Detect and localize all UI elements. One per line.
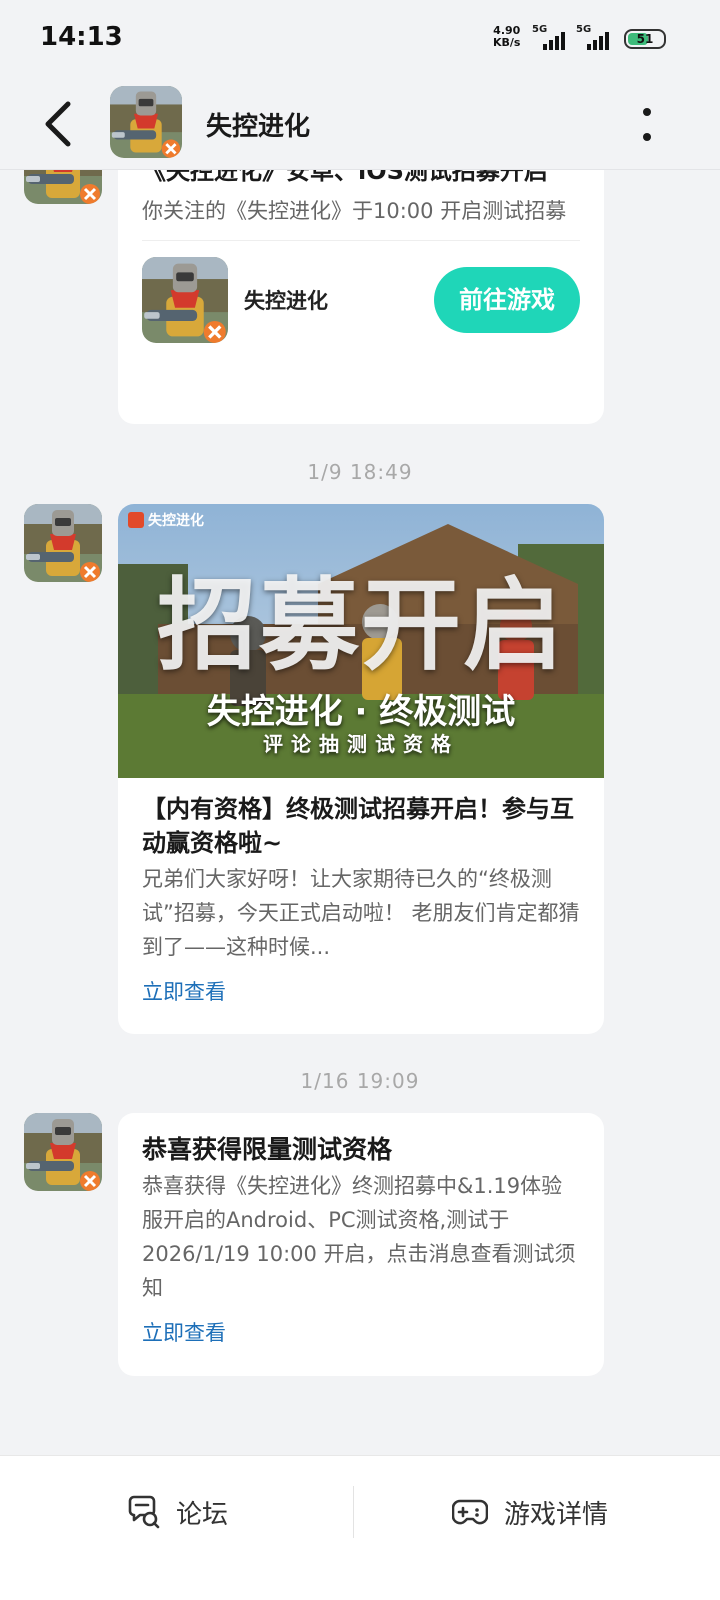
bottom-nav: 论坛 游戏详情 [0, 1455, 720, 1600]
message-card[interactable]: 恭喜获得限量测试资格 恭喜获得《失控进化》终测招募中&1.19体验服开启的And… [118, 1113, 604, 1376]
nav-divider [353, 1486, 354, 1538]
view-now-link[interactable]: 立即查看 [142, 976, 580, 1006]
page-title: 失控进化 [206, 112, 311, 142]
message-body: 你关注的《失控进化》于10:00 开启测试招募 [142, 199, 567, 223]
sender-avatar[interactable] [24, 504, 102, 582]
banner-tagline: 评论抽测试资格 [263, 732, 459, 756]
go-to-game-button[interactable]: 前往游戏 [434, 267, 580, 333]
message-title: 恭喜获得限量测试资格 [142, 1135, 393, 1164]
game-name: 失控进化 [244, 289, 328, 313]
battery-icon: 51 [624, 29, 666, 49]
message-timestamp: 1/9 18:49 [307, 460, 413, 484]
game-row: 失控进化 前往游戏 [142, 240, 580, 364]
gamepad-icon [452, 1499, 488, 1525]
signal-5g-icon: 5G [576, 24, 616, 50]
back-button[interactable] [40, 100, 80, 148]
signal-5g-icon: 5G [532, 24, 572, 50]
message-list[interactable]: 《失控进化》安卓、iOS测试招募开启 你关注的《失控进化》于10:00 开启测试… [0, 0, 720, 1455]
message-card[interactable]: 《失控进化》安卓、iOS测试招募开启 你关注的《失控进化》于10:00 开启测试… [118, 126, 604, 424]
message-timestamp: 1/16 19:09 [300, 1069, 420, 1093]
banner-logo: 失控进化 [128, 510, 204, 530]
more-options-button[interactable] [632, 104, 662, 144]
status-time: 14:13 [40, 22, 123, 52]
game-icon[interactable] [142, 257, 228, 343]
view-now-link[interactable]: 立即查看 [142, 1317, 580, 1347]
banner-headline: 招募开启 [157, 567, 565, 684]
banner-subtitle: 失控进化 · 终极测试 [206, 692, 516, 732]
game-details-label: 游戏详情 [504, 1499, 609, 1530]
message-body: 恭喜获得《失控进化》终测招募中&1.19体验服开启的Android、PC测试资格… [142, 1174, 576, 1300]
sender-avatar[interactable] [24, 1113, 102, 1191]
forum-chat-icon [128, 1495, 160, 1529]
message-title: 【内有资格】终极测试招募开启！参与互动赢资格啦~ [142, 795, 574, 857]
status-bar: 14:13 4.90 KB/s 5G 5G 51 [0, 0, 720, 78]
forum-tab[interactable]: 论坛 [126, 1492, 228, 1532]
back-arrow-icon [45, 101, 71, 147]
message-card[interactable]: 失控进化 招募开启 失控进化 · 终极测试 评论抽测试资格 【内有资格】终极测试… [118, 504, 604, 1034]
game-avatar[interactable] [110, 86, 182, 158]
top-bar: 失控进化 [0, 78, 720, 170]
logo-mark-icon [128, 512, 144, 528]
more-vertical-icon [643, 108, 651, 141]
message-body: 兄弟们大家好呀！让大家期待已久的“终极测试”招募，今天正式启动啦！ 老朋友们肯定… [142, 867, 580, 959]
banner-image[interactable]: 失控进化 招募开启 失控进化 · 终极测试 评论抽测试资格 [118, 504, 604, 778]
game-details-tab[interactable]: 游戏详情 [452, 1492, 608, 1532]
forum-label: 论坛 [176, 1499, 229, 1530]
network-speed: 4.90 KB/s [493, 24, 521, 49]
